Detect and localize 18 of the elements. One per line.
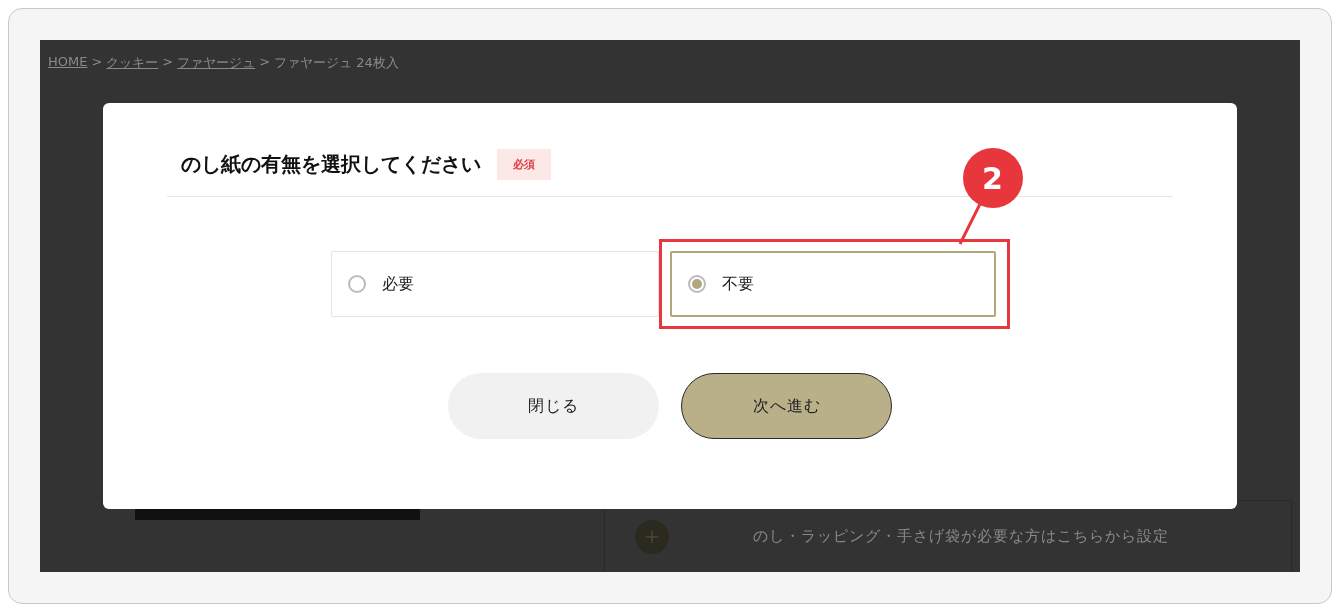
- breadcrumb-separator: >: [91, 54, 103, 71]
- plus-icon: [635, 519, 669, 554]
- radio-option[interactable]: 必要: [330, 251, 659, 317]
- breadcrumb-separator: >: [162, 54, 174, 71]
- required-badge: 必須: [497, 149, 551, 180]
- radio-option[interactable]: 不要: [669, 251, 996, 317]
- breadcrumb-separator: >: [259, 54, 271, 71]
- breadcrumb-link[interactable]: クッキー: [106, 54, 159, 72]
- radio-icon: [347, 275, 366, 293]
- radio-icon: [687, 275, 706, 293]
- breadcrumb-current: ファヤージュ 24枚入: [274, 54, 399, 72]
- dialog-title: のし紙の有無を選択してください: [181, 151, 481, 178]
- breadcrumb-link[interactable]: ファヤージュ: [177, 54, 256, 72]
- panel-label: のし・ラッピング・手さげ袋が必要な方はこちらから設定: [753, 527, 1169, 546]
- close-button[interactable]: 閉じる: [448, 373, 659, 439]
- next-button[interactable]: 次へ進む: [681, 373, 892, 439]
- step-number-badge: 2: [962, 148, 1023, 208]
- breadcrumb-link[interactable]: HOME: [48, 54, 88, 72]
